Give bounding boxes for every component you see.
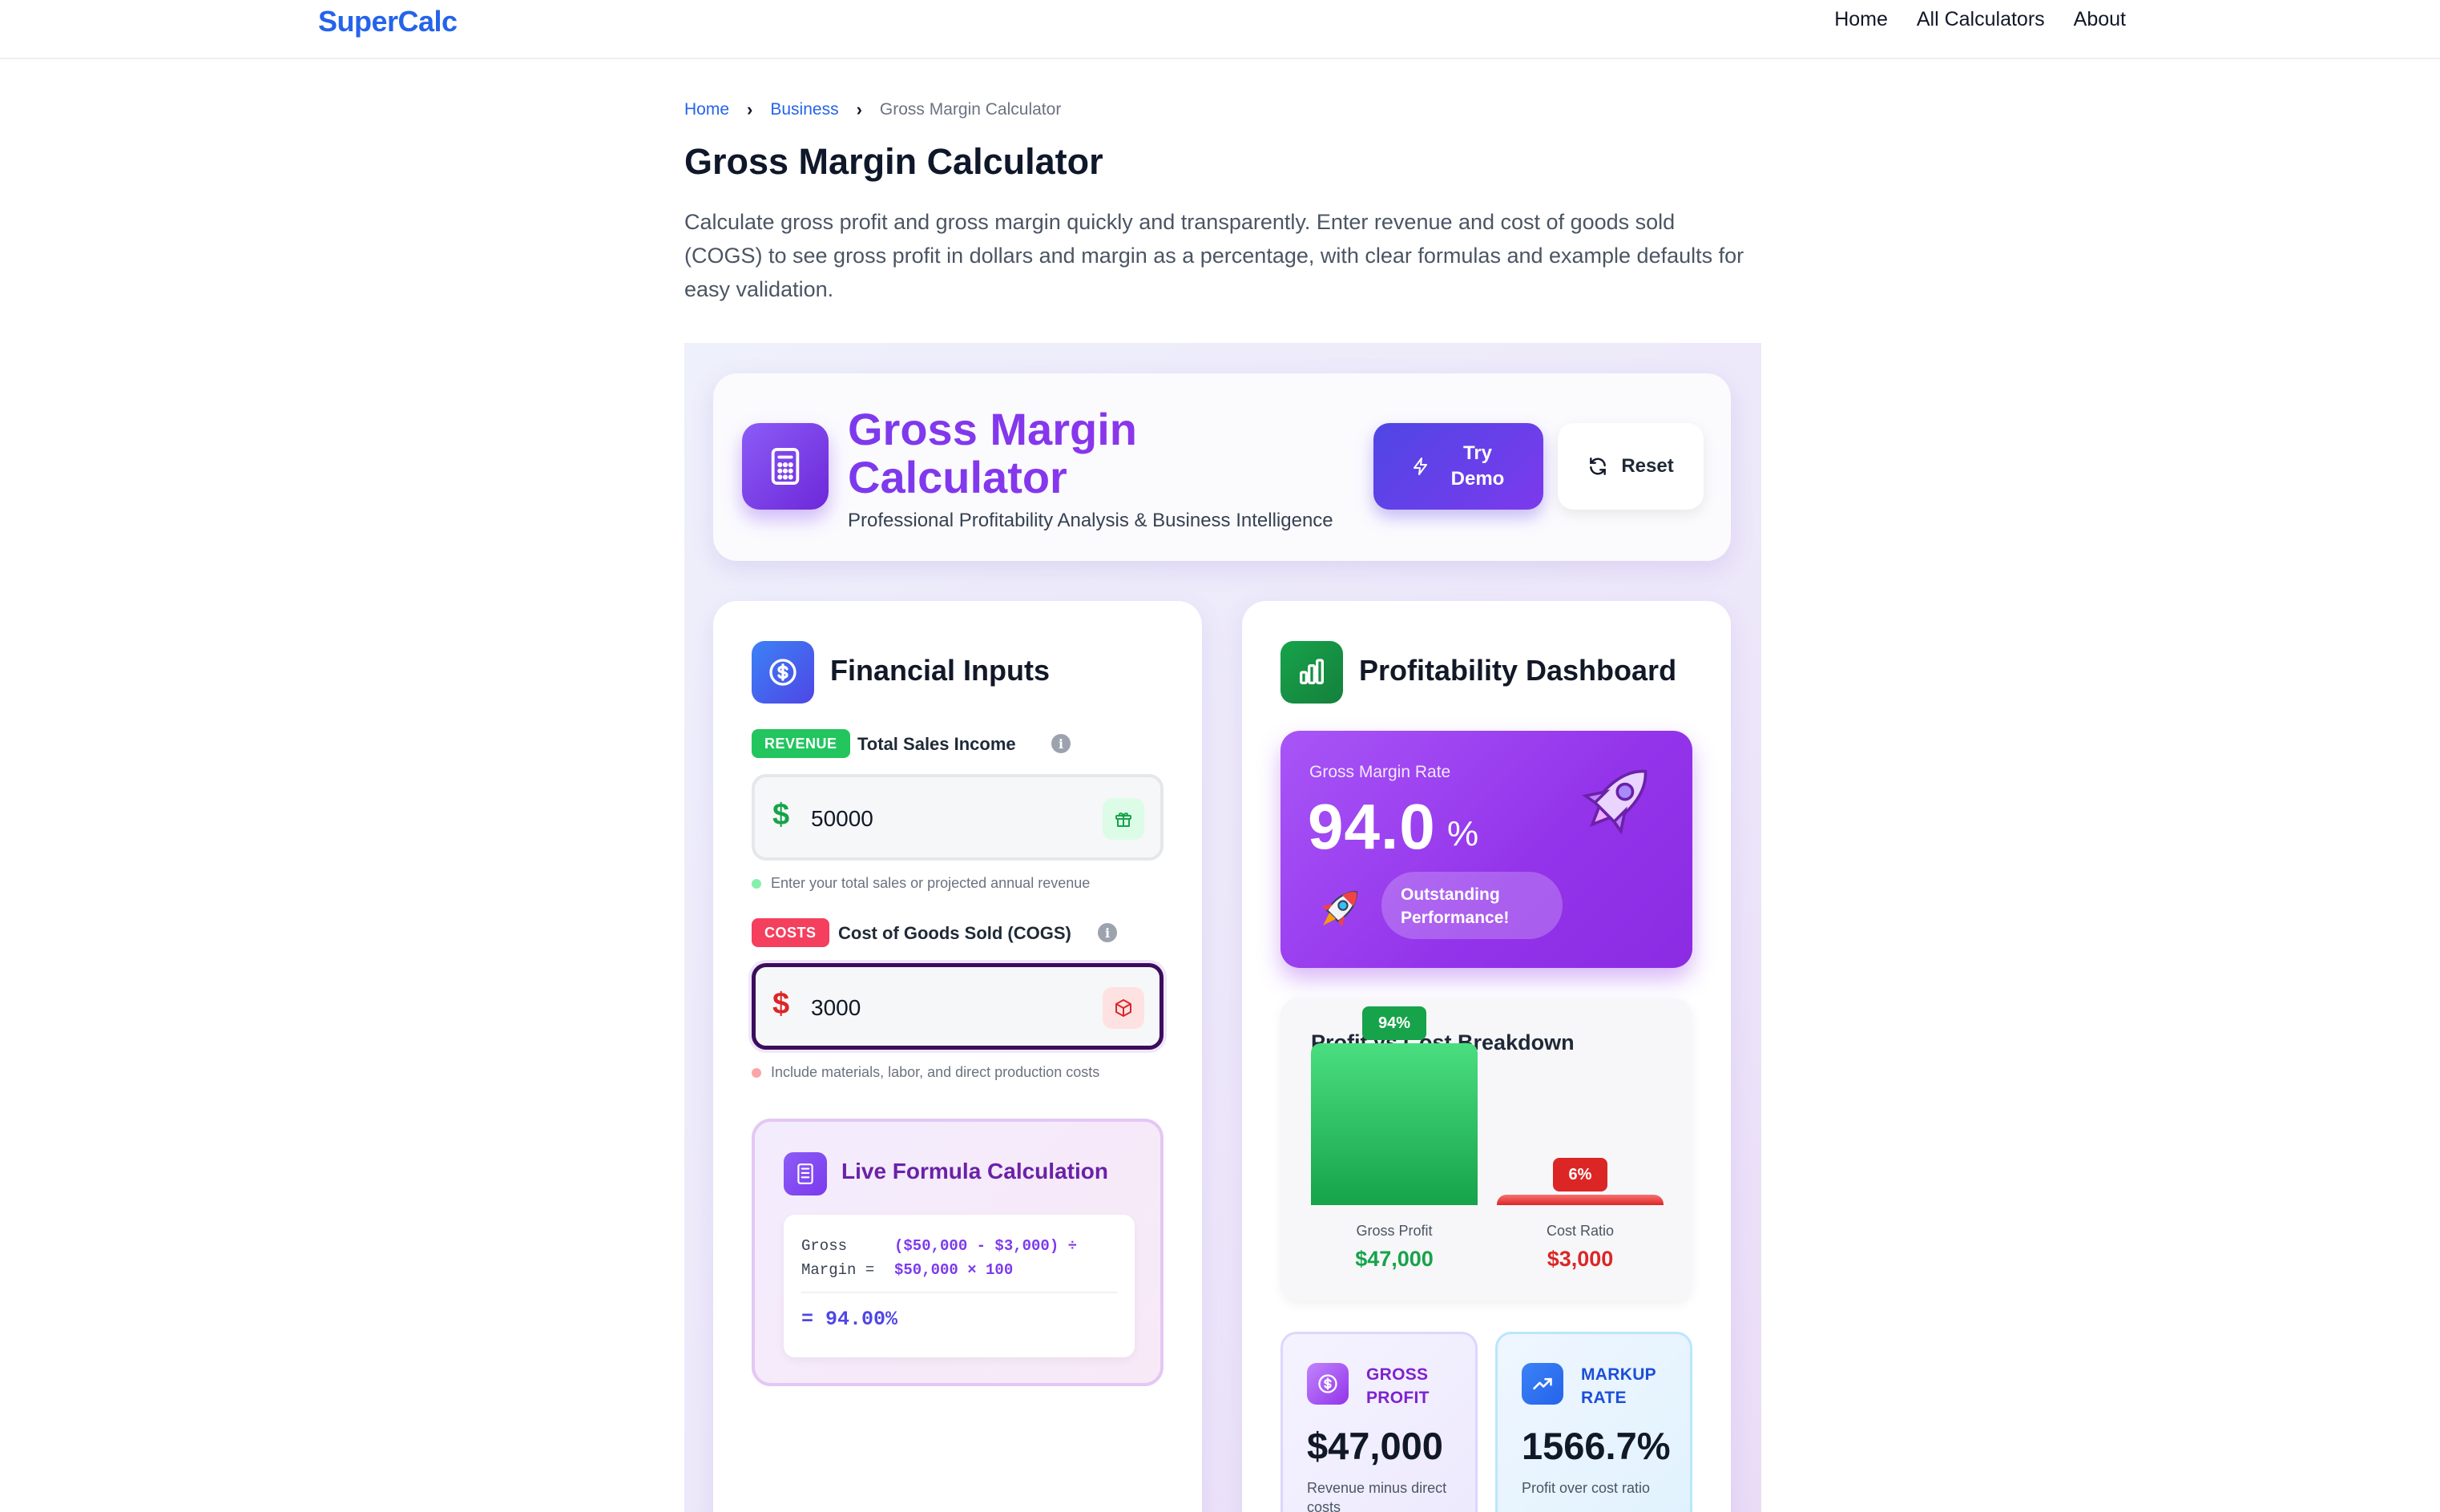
markup-rate-card: MARKUP RATE 1566.7% Profit over cost rat…: [1495, 1332, 1692, 1512]
breadcrumb-home[interactable]: Home: [684, 100, 729, 119]
gross-profit-card: GROSS PROFIT $47,000 Revenue minus direc…: [1280, 1332, 1478, 1512]
rocket-icon: [1582, 769, 1648, 835]
app-header-card: Gross Margin Calculator Professional Pro…: [713, 373, 1731, 561]
chevron-right-icon: ›: [856, 99, 862, 119]
trending-up-icon: [1522, 1363, 1563, 1405]
cogs-input[interactable]: [811, 990, 1075, 1026]
hint-dot: [752, 1067, 761, 1078]
page-intro: Calculate gross profit and gross margin …: [684, 210, 1744, 301]
try-demo-label: Try Demo: [1450, 442, 1505, 490]
profit-cost-breakdown: Profit vs Cost Breakdown 94% 6% Gross Pr…: [1280, 998, 1692, 1301]
cogs-field[interactable]: $: [752, 963, 1164, 1050]
profitability-dashboard-card: Profitability Dashboard Gross Margin Rat…: [1242, 601, 1731, 1512]
cost-ratio-bar: [1497, 1195, 1664, 1205]
markup-rate-desc: Profit over cost ratio: [1522, 1480, 1651, 1496]
bar-chart-icon: [1280, 641, 1343, 704]
cogs-hint-text: Include materials, labor, and direct pro…: [771, 1064, 1100, 1080]
gross-margin-rate-unit: %: [1447, 814, 1479, 853]
revenue-hint: Enter your total sales or projected annu…: [752, 875, 1090, 892]
gross-profit-amount: $47,000: [1355, 1247, 1434, 1271]
nav-about[interactable]: About: [2074, 8, 2126, 31]
gross-margin-rate-card: Gross Margin Rate 94.0 % Outstanding Per…: [1280, 731, 1692, 968]
reset-button[interactable]: Reset: [1558, 423, 1704, 510]
info-icon[interactable]: i: [1051, 734, 1071, 753]
rocket-emoji-icon: [1321, 891, 1357, 927]
reset-label: Reset: [1621, 455, 1674, 477]
calculator-icon: [784, 1152, 827, 1195]
gross-profit-desc: Revenue minus direct costs: [1307, 1480, 1447, 1512]
financial-inputs-title: Financial Inputs: [830, 654, 1051, 687]
cost-ratio-caption: Cost Ratio: [1546, 1223, 1615, 1239]
performance-badge: Outstanding Performance!: [1381, 872, 1563, 939]
site-logo[interactable]: SuperCalc: [318, 5, 458, 38]
gross-profit-caption: Gross Profit: [1356, 1223, 1433, 1239]
nav-all-calculators[interactable]: All Calculators: [1917, 8, 2045, 31]
box-icon: [1103, 987, 1144, 1029]
formula-divider: [801, 1292, 1117, 1293]
formula-right: ($50,000 - $3,000) ÷ $50,000 × 100: [894, 1237, 1078, 1279]
breadcrumb-current: Gross Margin Calculator: [879, 100, 1062, 119]
page-title: Gross Margin Calculator: [684, 141, 1103, 182]
gross-profit-percent-tag: 94%: [1362, 1006, 1426, 1040]
nav-home[interactable]: Home: [1834, 8, 1888, 31]
calculator-app: Gross Margin Calculator Professional Pro…: [684, 343, 1761, 1512]
dollar-circle-icon: [752, 641, 814, 704]
formula-result: = 94.00%: [801, 1308, 898, 1331]
revenue-label: Total Sales Income: [857, 734, 1016, 754]
calculator-icon: [742, 423, 829, 510]
live-formula-card: Live Formula Calculation Gross Margin = …: [752, 1119, 1164, 1386]
chevron-right-icon: ›: [747, 99, 753, 119]
dollar-circle-icon: [1307, 1363, 1349, 1405]
revenue-hint-text: Enter your total sales or projected annu…: [771, 875, 1091, 891]
dollar-sign: $: [772, 798, 790, 832]
app-title: Gross Margin Calculator: [848, 405, 1297, 502]
live-formula-title: Live Formula Calculation: [841, 1159, 1108, 1183]
revenue-tag: REVENUE: [752, 729, 850, 758]
gross-margin-rate-label: Gross Margin Rate: [1309, 763, 1451, 781]
revenue-field[interactable]: $: [752, 774, 1164, 861]
markup-rate-label: MARKUP RATE: [1581, 1365, 1656, 1407]
gross-profit-value: $47,000: [1307, 1425, 1443, 1467]
nav-links: Home All Calculators About: [1834, 8, 2126, 31]
dashboard-title: Profitability Dashboard: [1359, 654, 1677, 687]
cost-ratio-percent-tag: 6%: [1553, 1158, 1607, 1191]
markup-rate-value: 1566.7%: [1522, 1425, 1671, 1467]
try-demo-button[interactable]: Try Demo: [1373, 423, 1543, 510]
formula-left: Gross Margin =: [801, 1237, 875, 1279]
costs-tag: COSTS: [752, 918, 829, 947]
app-subtitle: Professional Profitability Analysis & Bu…: [848, 510, 1333, 531]
breadcrumb: Home › Business › Gross Margin Calculato…: [684, 99, 1061, 120]
financial-inputs-card: Financial Inputs REVENUE Total Sales Inc…: [713, 601, 1202, 1512]
cost-ratio-amount: $3,000: [1547, 1247, 1614, 1271]
cogs-hint: Include materials, labor, and direct pro…: [752, 1064, 1099, 1081]
formula-box: Gross Margin = ($50,000 - $3,000) ÷ $50,…: [784, 1215, 1135, 1357]
breadcrumb-business[interactable]: Business: [770, 100, 838, 119]
gross-profit-bar: [1311, 1043, 1478, 1205]
hint-dot: [752, 878, 761, 889]
cogs-label: Cost of Goods Sold (COGS): [838, 923, 1071, 943]
lightning-icon: [1414, 458, 1427, 475]
refresh-icon: [1590, 458, 1607, 475]
revenue-input[interactable]: [811, 801, 1075, 837]
dollar-sign: $: [772, 987, 790, 1021]
gross-profit-label: GROSS PROFIT: [1366, 1365, 1430, 1407]
top-navbar: SuperCalc Home All Calculators About: [0, 0, 2440, 59]
info-icon[interactable]: i: [1098, 923, 1117, 942]
gross-margin-rate-value: 94.0: [1308, 791, 1436, 862]
gift-icon: [1103, 798, 1144, 840]
